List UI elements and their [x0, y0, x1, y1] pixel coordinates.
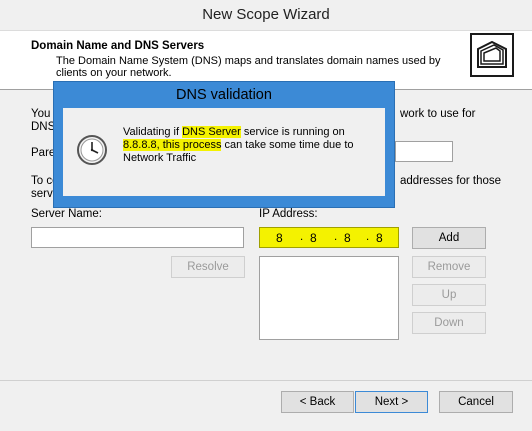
remove-button[interactable]: Remove	[412, 256, 486, 278]
server-name-label: Server Name:	[31, 208, 102, 220]
ip-dot-1: .	[300, 231, 304, 243]
next-button[interactable]: Next >	[355, 391, 428, 413]
dialog-content: Validating if DNS Server service is runn…	[63, 108, 385, 196]
parent-domain-input[interactable]	[395, 141, 453, 162]
message-part-1: Validating if	[123, 126, 183, 138]
ip-octet-2: 8	[310, 231, 317, 245]
message-part-2: service is running on	[240, 126, 345, 138]
ip-address-input[interactable]: 8 . 8 . 8 . 8	[259, 227, 399, 248]
resolve-button[interactable]: Resolve	[171, 256, 245, 278]
clock-icon	[76, 134, 108, 166]
down-button[interactable]: Down	[412, 312, 486, 334]
intro-text-right: work to use for	[400, 108, 476, 120]
ip-dot-2: .	[334, 231, 338, 243]
header-title: Domain Name and DNS Servers	[31, 40, 205, 52]
message-highlight-ip: 8.8.8.8, this process	[123, 139, 222, 151]
ip-dot-3: .	[366, 231, 370, 243]
ip-address-label: IP Address:	[259, 208, 318, 220]
folders-icon	[470, 33, 514, 77]
message-highlight-dns-server: DNS Server	[182, 126, 241, 138]
cancel-button[interactable]: Cancel	[439, 391, 513, 413]
server-name-input[interactable]	[31, 227, 244, 248]
add-button[interactable]: Add	[412, 227, 486, 249]
dialog-message: Validating if DNS Server service is runn…	[123, 126, 363, 165]
ip-octet-1: 8	[276, 231, 283, 245]
header-description: The Domain Name System (DNS) maps and tr…	[56, 55, 441, 79]
ip-address-list[interactable]	[259, 256, 399, 340]
window-title: New Scope Wizard	[0, 0, 532, 31]
dns-text-right: addresses for those	[400, 175, 502, 187]
back-button[interactable]: < Back	[281, 391, 354, 413]
intro-text-left-2: DNS	[31, 121, 56, 133]
ip-octet-3: 8	[344, 231, 351, 245]
dialog-title: DNS validation	[176, 87, 272, 103]
ip-octet-4: 8	[376, 231, 383, 245]
dns-validation-dialog: DNS validation Validating if DNS Server …	[53, 81, 395, 208]
up-button[interactable]: Up	[412, 284, 486, 306]
footer-separator	[0, 380, 532, 381]
parent-domain-label: Pare	[31, 147, 56, 159]
